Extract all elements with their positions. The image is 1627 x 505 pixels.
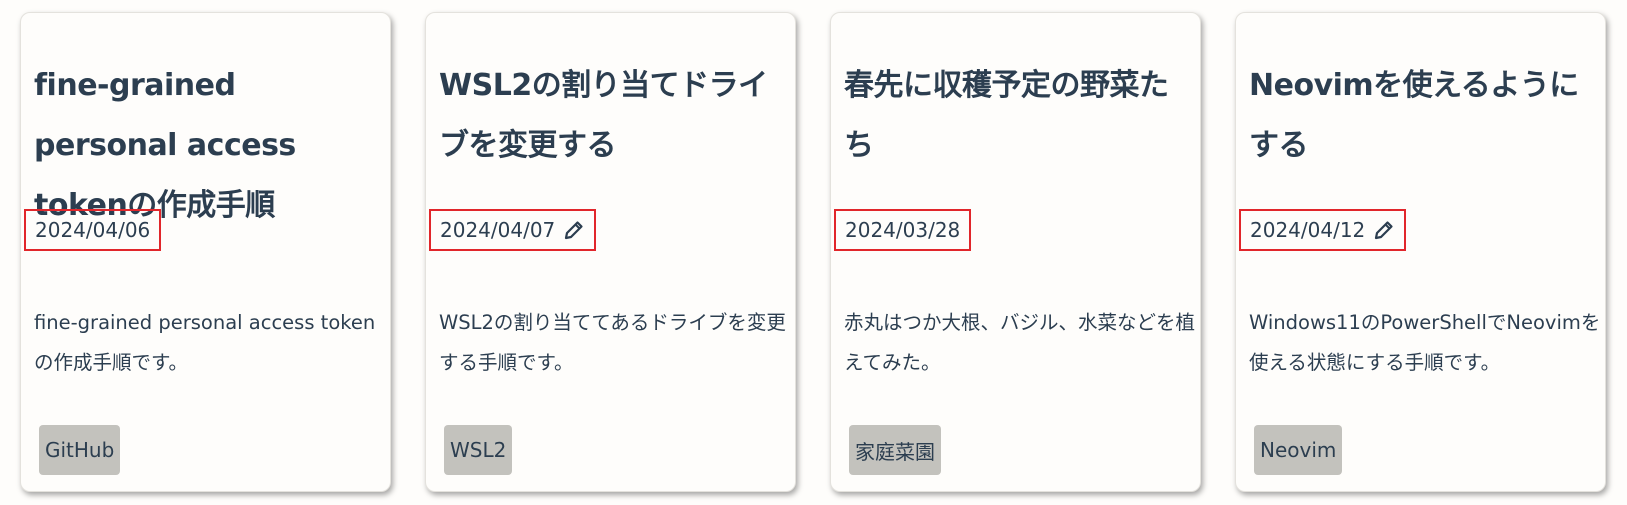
date-highlight-box: 2024/04/06 xyxy=(24,209,162,251)
article-title[interactable]: 春先に収穫予定の野菜たち xyxy=(844,56,1194,176)
article-card-grid: fine-grained personal access tokenの作成手順 … xyxy=(0,0,1627,505)
article-description: Windows11のPowerShellでNeovimを使える状態にする手順です… xyxy=(1249,311,1601,374)
article-description: WSL2の割り当ててあるドライブを変更する手順です。 xyxy=(439,311,786,374)
date-highlight-box: 2024/04/12 xyxy=(1239,209,1407,251)
pencil-icon xyxy=(563,219,585,241)
article-description: 赤丸はつか大根、バジル、水菜などを植えてみた。 xyxy=(844,311,1196,374)
article-title[interactable]: WSL2の割り当てドライブを変更する xyxy=(439,56,789,176)
post-date: 2024/04/07 xyxy=(440,218,556,242)
article-title[interactable]: Neovimを使えるようにする xyxy=(1249,56,1599,176)
article-description: fine-grained personal access tokenの作成手順で… xyxy=(34,311,376,374)
post-date: 2024/03/28 xyxy=(845,218,961,242)
tag-wsl2[interactable]: WSL2 xyxy=(444,425,513,475)
article-card[interactable]: 春先に収穫予定の野菜たち 2024/03/28 赤丸はつか大根、バジル、水菜など… xyxy=(830,12,1201,492)
post-date: 2024/04/06 xyxy=(35,218,151,242)
tag-github[interactable]: GitHub xyxy=(39,425,121,475)
post-date: 2024/04/12 xyxy=(1250,218,1366,242)
article-card[interactable]: Neovimを使えるようにする 2024/04/12 Windows11のPow… xyxy=(1235,12,1606,492)
date-highlight-box: 2024/03/28 xyxy=(834,209,972,251)
tag-neovim[interactable]: Neovim xyxy=(1254,425,1343,475)
date-highlight-box: 2024/04/07 xyxy=(429,209,597,251)
tag-home-garden[interactable]: 家庭菜園 xyxy=(849,425,941,475)
article-card[interactable]: fine-grained personal access tokenの作成手順 … xyxy=(20,12,391,492)
article-card[interactable]: WSL2の割り当てドライブを変更する 2024/04/07 WSL2の割り当てて… xyxy=(425,12,796,492)
pencil-icon xyxy=(1373,219,1395,241)
